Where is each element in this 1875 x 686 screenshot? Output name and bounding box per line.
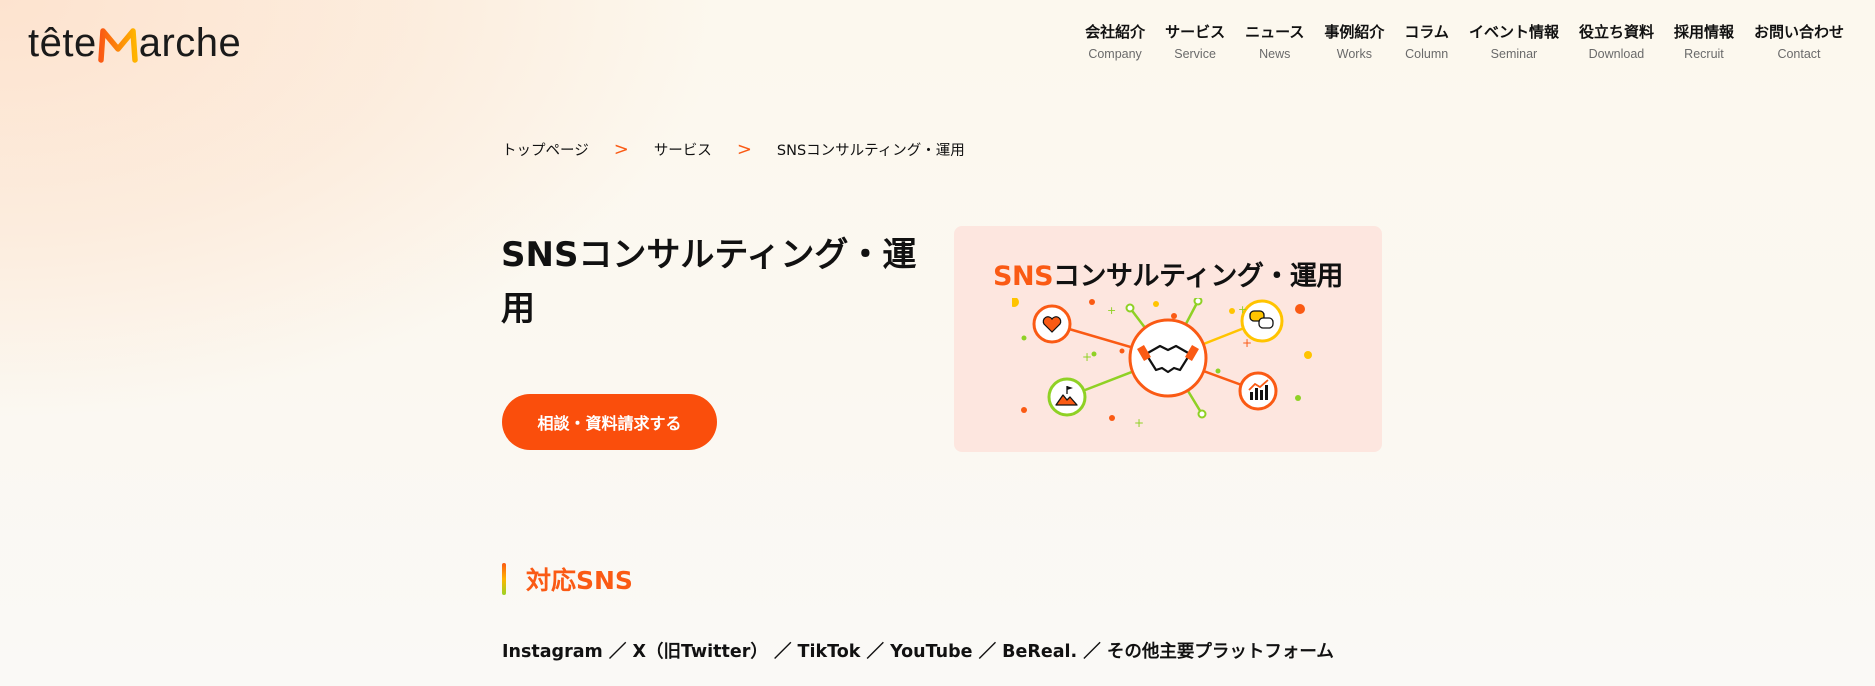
nav-label-ja: 事例紹介 [1324, 23, 1385, 41]
nav-item-service[interactable]: サービス Service [1155, 22, 1235, 64]
nav-label-ja: 採用情報 [1673, 23, 1734, 41]
nav-label-en: Company [1088, 47, 1142, 61]
sns-network-illustration-icon: + + + + + [1012, 298, 1312, 430]
svg-text:+: + [1238, 303, 1247, 316]
hero-image-title: SNSコンサルティング・運用 [954, 254, 1382, 293]
nav-item-company[interactable]: 会社紹介 Company [1075, 22, 1155, 64]
nav-label-ja: お問い合わせ [1753, 23, 1844, 41]
nav-label-en: Download [1588, 47, 1645, 61]
page-title: SNSコンサルティング・運用 [501, 235, 917, 329]
section-title: 対応SNS [526, 566, 633, 595]
breadcrumb-separator: > [613, 139, 629, 160]
hero-image-title-accent: SNS [993, 261, 1054, 292]
nav-item-works[interactable]: 事例紹介 Works [1314, 22, 1394, 64]
nav-label-en: Column [1405, 47, 1449, 61]
nav-label-ja: コラム [1404, 23, 1449, 41]
nav-item-seminar[interactable]: イベント情報 Seminar [1459, 22, 1569, 64]
nav-item-column[interactable]: コラム Column [1394, 22, 1459, 64]
site-logo[interactable]: tête arche [28, 18, 241, 68]
nav-label-ja: 会社紹介 [1085, 23, 1146, 41]
nav-item-download[interactable]: 役立ち資料 Download [1569, 22, 1664, 64]
nav-item-contact[interactable]: お問い合わせ Contact [1744, 22, 1854, 64]
logo-text-left: tête [28, 20, 97, 65]
nav-label-en: News [1259, 47, 1291, 61]
svg-text:+: + [1082, 350, 1092, 364]
breadcrumb-separator: > [736, 139, 752, 160]
svg-text:+: + [1242, 336, 1252, 350]
svg-text:+: + [1107, 304, 1116, 317]
breadcrumb-link-service[interactable]: サービス [654, 139, 712, 160]
nav-label-ja: サービス [1165, 23, 1226, 41]
nav-label-en: Seminar [1490, 47, 1538, 61]
nav-item-recruit[interactable]: 採用情報 Recruit [1664, 22, 1744, 64]
section-accent-bar [502, 563, 506, 595]
nav-label-en: Works [1336, 47, 1372, 61]
nav-label-en: Recruit [1684, 47, 1724, 61]
section-heading: 対応SNS [502, 562, 633, 596]
breadcrumb: トップページ > サービス > SNSコンサルティング・運用 [502, 139, 965, 160]
breadcrumb-current: SNSコンサルティング・運用 [776, 143, 965, 159]
hero-image-title-text: コンサルティング・運用 [1053, 261, 1343, 292]
supported-sns-list: Instagram ／ X（旧Twitter） ／ TikTok ／ YouTu… [502, 642, 1334, 662]
svg-text:+: + [1134, 416, 1144, 430]
consult-request-button[interactable]: 相談・資料請求する [502, 394, 717, 450]
nav-label-en: Service [1174, 47, 1216, 61]
logo-m-mark-icon [97, 28, 138, 63]
global-nav: 会社紹介 Company サービス Service ニュース News 事例紹介… [1075, 22, 1854, 64]
breadcrumb-link-top[interactable]: トップページ [502, 139, 589, 160]
nav-label-ja: 役立ち資料 [1578, 23, 1654, 41]
nav-label-ja: ニュース [1245, 23, 1305, 41]
nav-item-news[interactable]: ニュース News [1235, 22, 1314, 64]
nav-label-en: Contact [1777, 47, 1821, 61]
hero-image: SNSコンサルティング・運用 + + + + + [954, 226, 1382, 452]
logo-text-right: arche [138, 20, 242, 65]
nav-label-ja: イベント情報 [1468, 23, 1559, 41]
